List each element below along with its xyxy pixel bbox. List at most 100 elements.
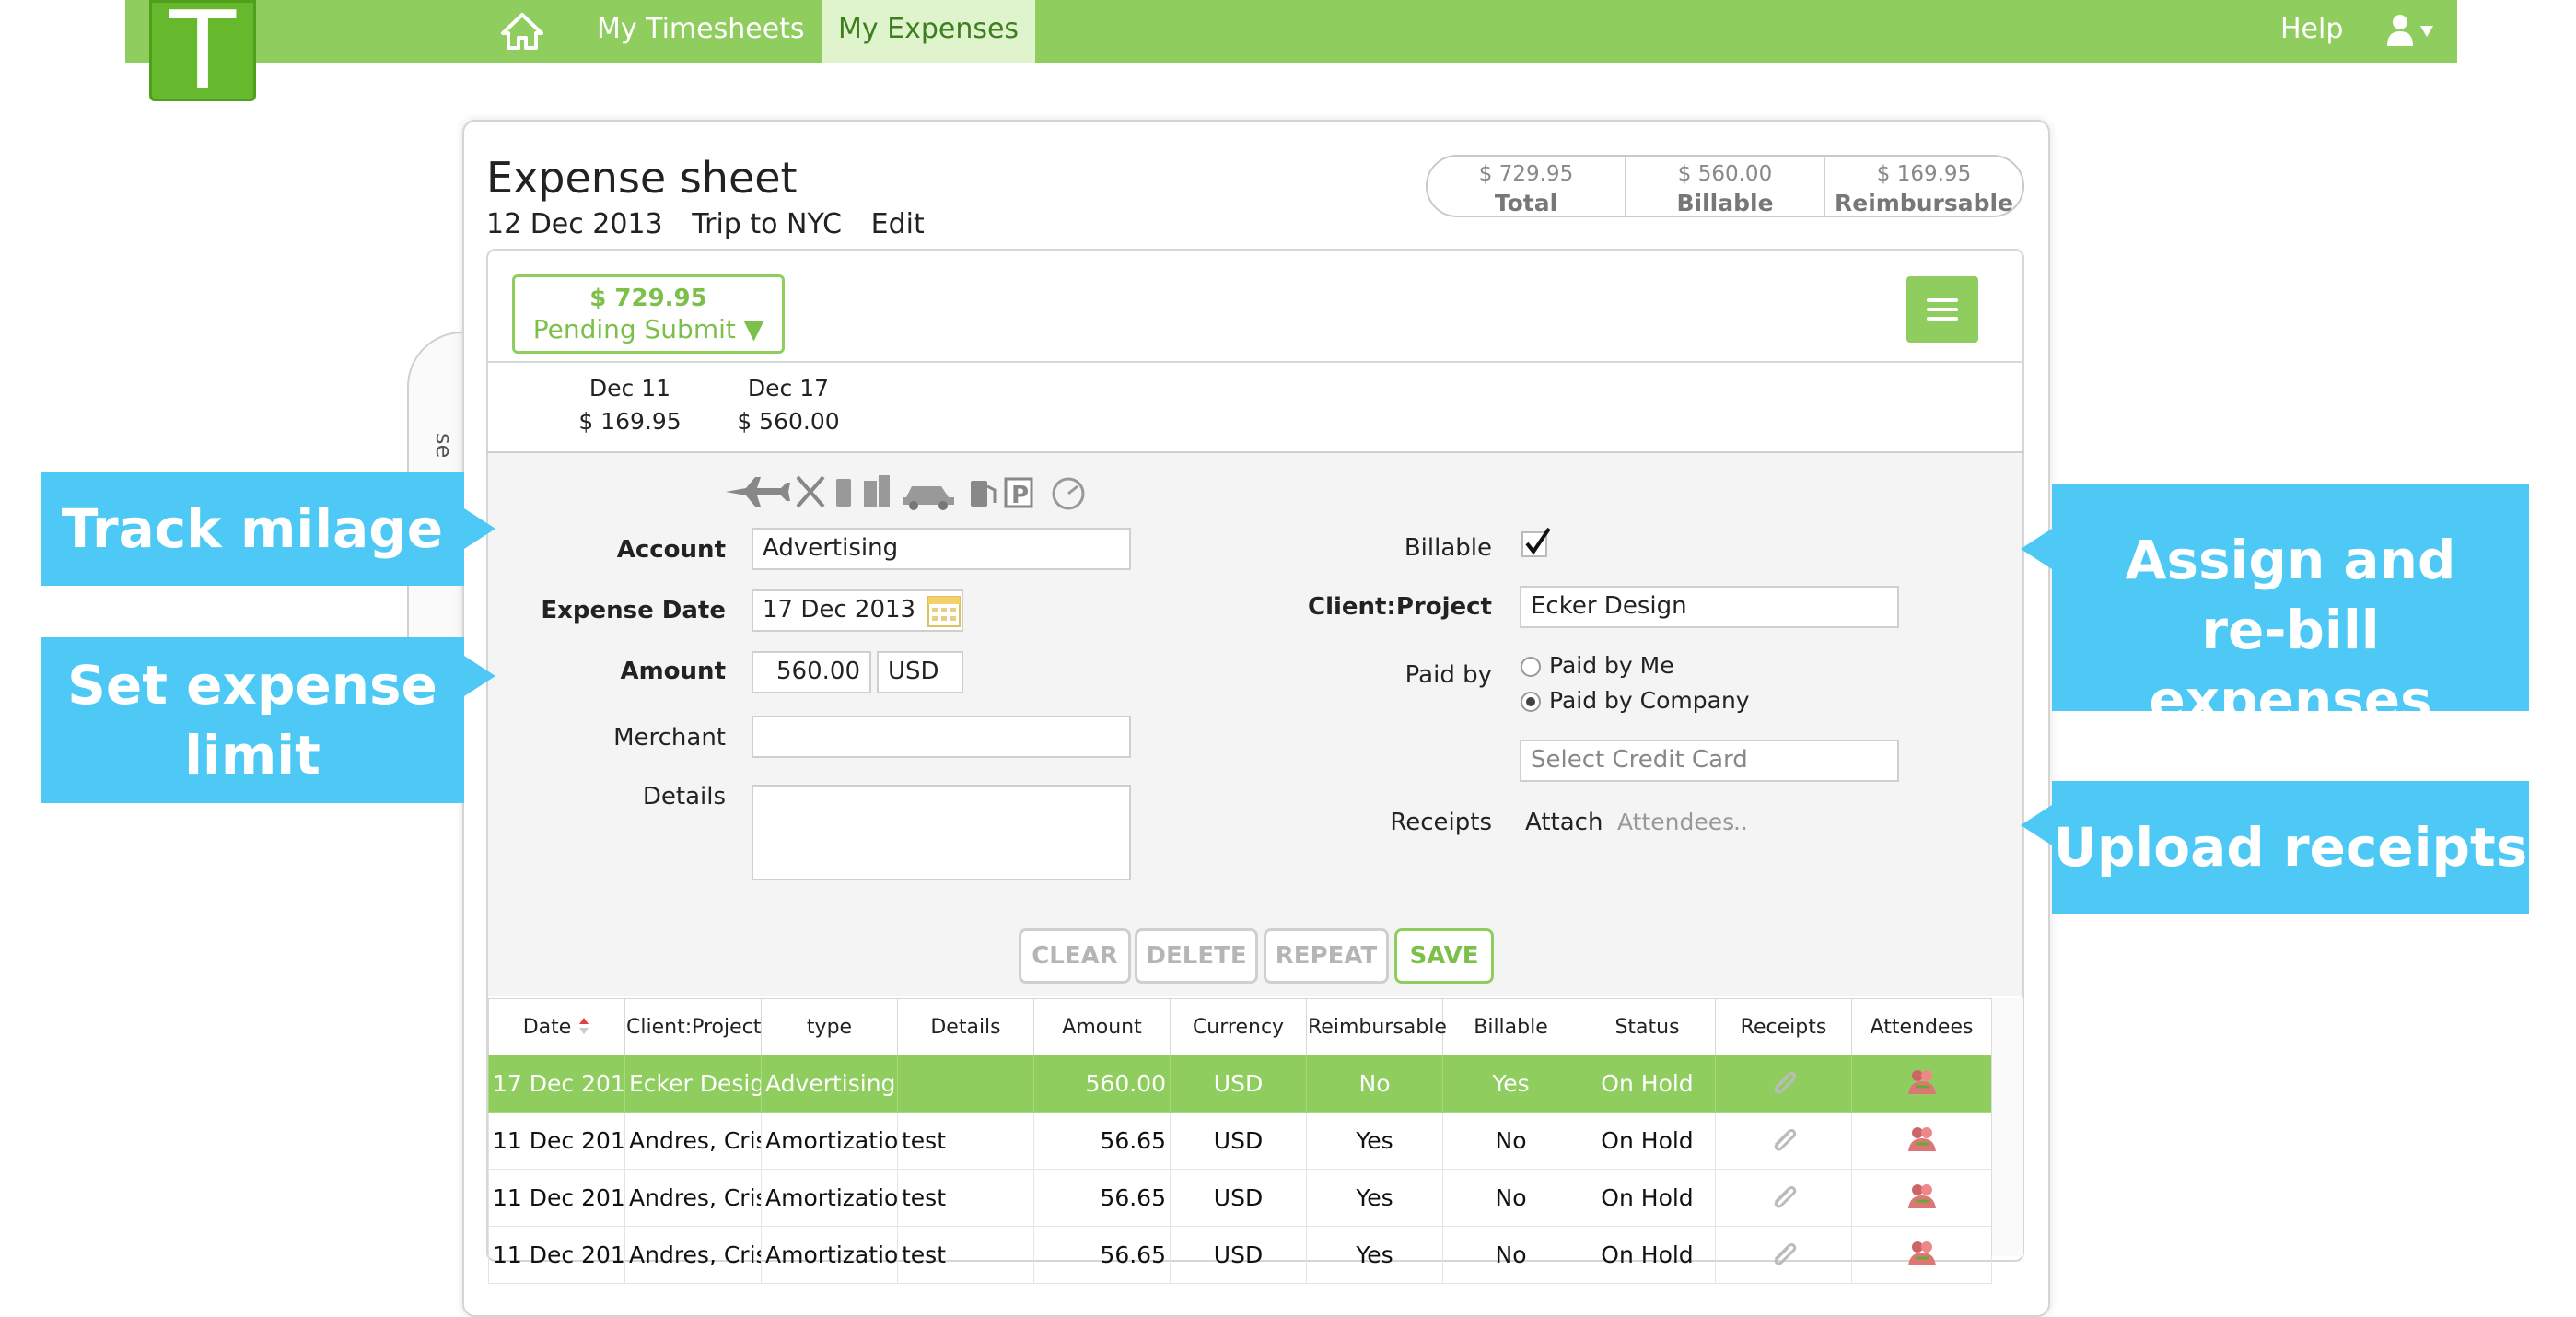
save-button[interactable]: SAVE — [1394, 928, 1494, 984]
col-date[interactable]: Date — [488, 998, 625, 1055]
paid-by-me-radio[interactable] — [1520, 656, 1542, 678]
nav-help[interactable]: Help — [2280, 0, 2343, 63]
sort-icon[interactable] — [577, 1016, 590, 1038]
top-nav-bar — [125, 0, 2457, 63]
paperclip-icon[interactable] — [1770, 1125, 1798, 1152]
cell-receipts[interactable] — [1715, 1169, 1852, 1227]
billable-label: Billable — [1676, 190, 1774, 216]
attendees-icon[interactable] — [1906, 1066, 1938, 1096]
billable-label: Billable — [1404, 534, 1492, 562]
user-icon[interactable] — [2385, 13, 2441, 50]
cell-amount: 56.65 — [1033, 1226, 1171, 1284]
cell-attendees[interactable] — [1851, 1226, 1992, 1284]
details-label: Details — [642, 783, 726, 810]
cell-status: On Hold — [1579, 1169, 1716, 1227]
currency-field[interactable]: USD — [877, 651, 963, 693]
table-row[interactable]: 11 Dec 2013 Andres, Cristi Amortization … — [488, 1226, 1992, 1284]
col-billable[interactable]: Billable — [1442, 998, 1579, 1055]
clear-button[interactable]: CLEAR — [1019, 928, 1131, 984]
nav-my-timesheets[interactable]: My Timesheets — [597, 0, 805, 63]
cell-attendees[interactable] — [1851, 1169, 1992, 1227]
attendees-more[interactable]: ... — [1726, 809, 1748, 835]
col-currency[interactable]: Currency — [1170, 998, 1307, 1055]
paperclip-icon[interactable] — [1770, 1239, 1798, 1266]
paid-by-me-label[interactable]: Paid by Me — [1549, 652, 1674, 679]
cell-type: Amortization — [761, 1112, 898, 1170]
menu-icon-bar — [1927, 308, 1958, 311]
col-client-project[interactable]: Client:Project — [624, 998, 762, 1055]
nav-my-expenses[interactable]: My Expenses — [822, 0, 1035, 63]
amount-field[interactable]: 560.00 — [752, 651, 871, 693]
day-tab-dec-11[interactable]: Dec 11 $ 169.95 — [565, 372, 694, 438]
cell-receipts[interactable] — [1715, 1226, 1852, 1284]
edit-link[interactable]: Edit — [871, 208, 925, 240]
total-cell: $ 729.95 Total — [1428, 157, 1626, 216]
cell-status: On Hold — [1579, 1112, 1716, 1170]
hamburger-menu-button[interactable] — [1906, 276, 1978, 343]
day-label: Dec 11 — [589, 375, 671, 402]
col-reimbursable[interactable]: Reimbursable — [1306, 998, 1447, 1055]
client-project-field[interactable]: Ecker Design — [1520, 586, 1899, 628]
delete-button[interactable]: DELETE — [1135, 928, 1258, 984]
cell-details: test — [897, 1226, 1034, 1284]
paid-by-company-label[interactable]: Paid by Company — [1549, 687, 1750, 714]
attendees-icon[interactable] — [1906, 1181, 1938, 1210]
table-row[interactable]: 11 Dec 2013 Andres, Cristi Amortization … — [488, 1112, 1992, 1170]
paid-by-company-radio[interactable] — [1520, 691, 1542, 713]
cell-attendees[interactable] — [1851, 1055, 1992, 1113]
svg-text:P: P — [1011, 482, 1029, 509]
table-scrollbar[interactable] — [1991, 998, 2023, 1256]
phone-icon[interactable] — [836, 479, 851, 507]
callout-arrow — [2021, 805, 2052, 845]
callout-track-milage: Track milage — [41, 472, 464, 586]
hotel-icon[interactable] — [864, 475, 890, 507]
attach-link[interactable]: Attach — [1525, 809, 1603, 836]
cell-billable: Yes — [1442, 1055, 1579, 1113]
cell-date: 11 Dec 2013 — [488, 1112, 625, 1170]
col-receipts[interactable]: Receipts — [1715, 998, 1852, 1055]
cell-attendees[interactable] — [1851, 1112, 1992, 1170]
merchant-field[interactable] — [752, 716, 1131, 758]
col-type[interactable]: type — [761, 998, 898, 1055]
speedometer-icon[interactable] — [1052, 477, 1085, 510]
cell-billable: No — [1442, 1226, 1579, 1284]
home-icon[interactable] — [499, 11, 545, 52]
reimbursable-cell: $ 169.95 Reimbursable — [1825, 157, 2022, 216]
repeat-button[interactable]: REPEAT — [1264, 928, 1389, 984]
paperclip-icon[interactable] — [1770, 1182, 1798, 1209]
day-tab-dec-17[interactable]: Dec 17 $ 560.00 — [724, 372, 853, 438]
client-project-label: Client:Project — [1307, 593, 1492, 621]
calendar-icon[interactable] — [927, 593, 962, 628]
billable-checkbox[interactable] — [1520, 527, 1553, 560]
table-row[interactable]: 11 Dec 2013 Andres, Cristi Amortization … — [488, 1169, 1992, 1227]
parking-icon[interactable]: P — [1004, 477, 1033, 509]
category-icon-bar: P — [724, 472, 1111, 512]
fuel-icon[interactable] — [971, 481, 997, 507]
utensils-icon[interactable] — [796, 475, 825, 508]
paperclip-icon[interactable] — [1770, 1067, 1798, 1095]
attendees-icon[interactable] — [1906, 1124, 1938, 1153]
app-logo[interactable]: T — [149, 0, 256, 105]
status-dropdown-button[interactable]: $ 729.95 Pending Submit ▼ — [512, 274, 785, 354]
day-amount: $ 560.00 — [737, 408, 840, 435]
total-amount: $ 729.95 — [1478, 162, 1574, 186]
table-row[interactable]: 17 Dec 2013 Ecker Design Advertising 560… — [488, 1055, 1992, 1113]
attendees-icon[interactable] — [1906, 1238, 1938, 1267]
col-attendees[interactable]: Attendees — [1851, 998, 1992, 1055]
cell-receipts[interactable] — [1715, 1055, 1852, 1113]
account-field[interactable]: Advertising — [752, 528, 1131, 570]
merchant-label: Merchant — [613, 724, 726, 752]
cell-details: test — [897, 1169, 1034, 1227]
credit-card-select[interactable]: Select Credit Card — [1520, 740, 1899, 782]
attendees-link[interactable]: Attendees — [1617, 809, 1734, 835]
cell-reimbursable: No — [1306, 1055, 1443, 1113]
plane-icon[interactable] — [726, 477, 790, 507]
car-icon[interactable] — [903, 486, 954, 510]
status-label: Pending Submit ▼ — [532, 314, 764, 344]
col-amount[interactable]: Amount — [1033, 998, 1171, 1055]
col-details[interactable]: Details — [897, 998, 1034, 1055]
details-textarea[interactable] — [752, 785, 1131, 880]
callout-upload-receipts: Upload receipts — [2052, 781, 2529, 914]
cell-receipts[interactable] — [1715, 1112, 1852, 1170]
col-status[interactable]: Status — [1579, 998, 1716, 1055]
